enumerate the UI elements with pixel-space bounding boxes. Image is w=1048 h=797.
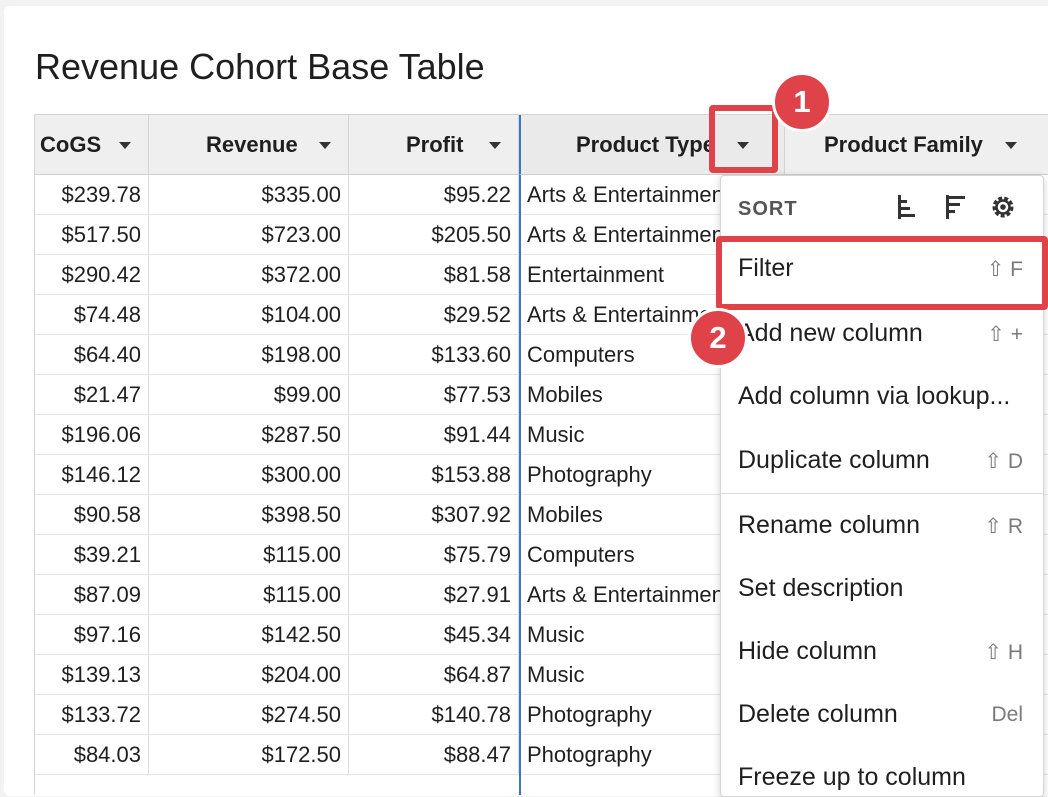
cell-cogs[interactable]: $517.50 <box>35 215 149 255</box>
cell-revenue[interactable]: $372.00 <box>149 255 349 295</box>
menu-separator <box>721 493 1043 494</box>
cell-profit[interactable]: $27.91 <box>349 575 519 615</box>
menu-item-label: Duplicate column <box>738 446 930 474</box>
menu-item-shortcut: ⇧ H <box>984 641 1023 664</box>
menu-item-shortcut: ⇧ R <box>984 515 1023 538</box>
menu-item-label: Add column via lookup... <box>738 382 1011 410</box>
cell-revenue[interactable]: $115.00 <box>149 535 349 575</box>
column-header-label: Product Type <box>576 132 715 157</box>
column-header-label: Profit <box>406 132 464 157</box>
menu-item-set-description[interactable]: Set description <box>721 559 1043 619</box>
cell-profit[interactable]: $64.87 <box>349 655 519 695</box>
column-menu-caret-icon[interactable] <box>1005 142 1017 149</box>
menu-item-label: Hide column <box>738 637 877 665</box>
highlight-box-filter <box>716 236 1048 310</box>
cell-profit[interactable]: $45.34 <box>349 615 519 655</box>
cell-cogs[interactable]: $196.06 <box>35 415 149 455</box>
menu-item-label: Rename column <box>738 511 921 539</box>
cell-profit[interactable]: $205.50 <box>349 215 519 255</box>
column-menu-caret-icon[interactable] <box>319 142 331 149</box>
menu-item-shortcut: ⇧ D <box>984 450 1023 473</box>
cell-profit[interactable]: $140.78 <box>349 695 519 735</box>
cell-cogs[interactable]: $90.58 <box>35 495 149 535</box>
cell-cogs[interactable]: $146.12 <box>35 455 149 495</box>
menu-item-freeze-up-to-column[interactable]: Freeze up to column <box>721 748 1043 796</box>
column-header-profit[interactable]: Profit <box>349 115 519 175</box>
cell-profit[interactable]: $153.88 <box>349 455 519 495</box>
menu-item-shortcut: Del <box>991 703 1023 726</box>
cell-revenue[interactable]: $115.00 <box>149 575 349 615</box>
menu-item-label: Add new column <box>738 319 923 347</box>
cell-profit[interactable]: $29.52 <box>349 295 519 335</box>
cell-profit[interactable]: $91.44 <box>349 415 519 455</box>
step-badge-1: 1 <box>772 72 832 132</box>
gear-icon[interactable] <box>988 192 1018 222</box>
cell-revenue[interactable]: $335.00 <box>149 175 349 215</box>
highlight-box-column-menu-caret <box>709 105 778 173</box>
cell-revenue[interactable]: $172.50 <box>149 735 349 775</box>
cell-revenue[interactable]: $723.00 <box>149 215 349 255</box>
step-badge-2: 2 <box>688 308 748 368</box>
cell-cogs[interactable]: $139.13 <box>35 655 149 695</box>
sort-section-label: SORT <box>738 198 798 220</box>
cell-revenue[interactable]: $198.00 <box>149 335 349 375</box>
cell-profit[interactable]: $133.60 <box>349 335 519 375</box>
column-header-label: CoGS <box>40 132 102 157</box>
cell-revenue[interactable]: $104.00 <box>149 295 349 335</box>
cell-profit[interactable]: $77.53 <box>349 375 519 415</box>
cell-revenue[interactable]: $142.50 <box>149 615 349 655</box>
cell-revenue[interactable]: $99.00 <box>149 375 349 415</box>
page-title: Revenue Cohort Base Table <box>35 46 485 87</box>
cell-revenue[interactable]: $398.50 <box>149 495 349 535</box>
column-menu-caret-icon[interactable] <box>119 142 131 149</box>
cell-cogs[interactable]: $239.78 <box>35 175 149 215</box>
column-menu-caret-icon[interactable] <box>489 142 501 149</box>
cell-profit[interactable]: $95.22 <box>349 175 519 215</box>
cell-revenue[interactable]: $300.00 <box>149 455 349 495</box>
menu-item-add-column-via-lookup[interactable]: Add column via lookup... <box>721 367 1043 427</box>
cell-cogs[interactable]: $74.48 <box>35 295 149 335</box>
menu-item-delete-column[interactable]: Delete column Del <box>721 685 1043 745</box>
sort-descending-icon[interactable] <box>941 192 971 222</box>
cell-cogs[interactable]: $39.21 <box>35 535 149 575</box>
cell-cogs[interactable]: $97.16 <box>35 615 149 655</box>
cell-profit[interactable]: $75.79 <box>349 535 519 575</box>
cell-cogs[interactable]: $290.42 <box>35 255 149 295</box>
cell-profit[interactable]: $88.47 <box>349 735 519 775</box>
cell-cogs[interactable]: $21.47 <box>35 375 149 415</box>
column-header-cogs[interactable]: CoGS <box>35 115 149 175</box>
column-header-product-family[interactable]: Product Family <box>785 115 1048 175</box>
menu-item-label: Delete column <box>738 700 898 728</box>
menu-item-hide-column[interactable]: Hide column ⇧ H <box>721 622 1043 682</box>
cell-profit[interactable]: $81.58 <box>349 255 519 295</box>
menu-item-rename-column[interactable]: Rename column ⇧ R <box>721 496 1043 556</box>
menu-item-shortcut: ⇧ + <box>987 323 1023 346</box>
cell-profit[interactable]: $307.92 <box>349 495 519 535</box>
cell-cogs[interactable]: $64.40 <box>35 335 149 375</box>
menu-item-add-new-column[interactable]: Add new column ⇧ + <box>721 304 1043 364</box>
cell-revenue[interactable]: $287.50 <box>149 415 349 455</box>
cell-cogs[interactable]: $87.09 <box>35 575 149 615</box>
menu-item-label: Set description <box>738 574 904 602</box>
column-header-label: Product Family <box>824 132 983 157</box>
cell-cogs[interactable]: $84.03 <box>35 735 149 775</box>
cell-cogs[interactable]: $133.72 <box>35 695 149 735</box>
cell-revenue[interactable]: $204.00 <box>149 655 349 695</box>
sort-ascending-icon[interactable] <box>893 192 923 222</box>
column-header-revenue[interactable]: Revenue <box>149 115 349 175</box>
active-column-border <box>519 175 521 795</box>
cell-revenue[interactable]: $274.50 <box>149 695 349 735</box>
column-header-label: Revenue <box>206 132 298 157</box>
menu-item-duplicate-column[interactable]: Duplicate column ⇧ D <box>721 431 1043 491</box>
